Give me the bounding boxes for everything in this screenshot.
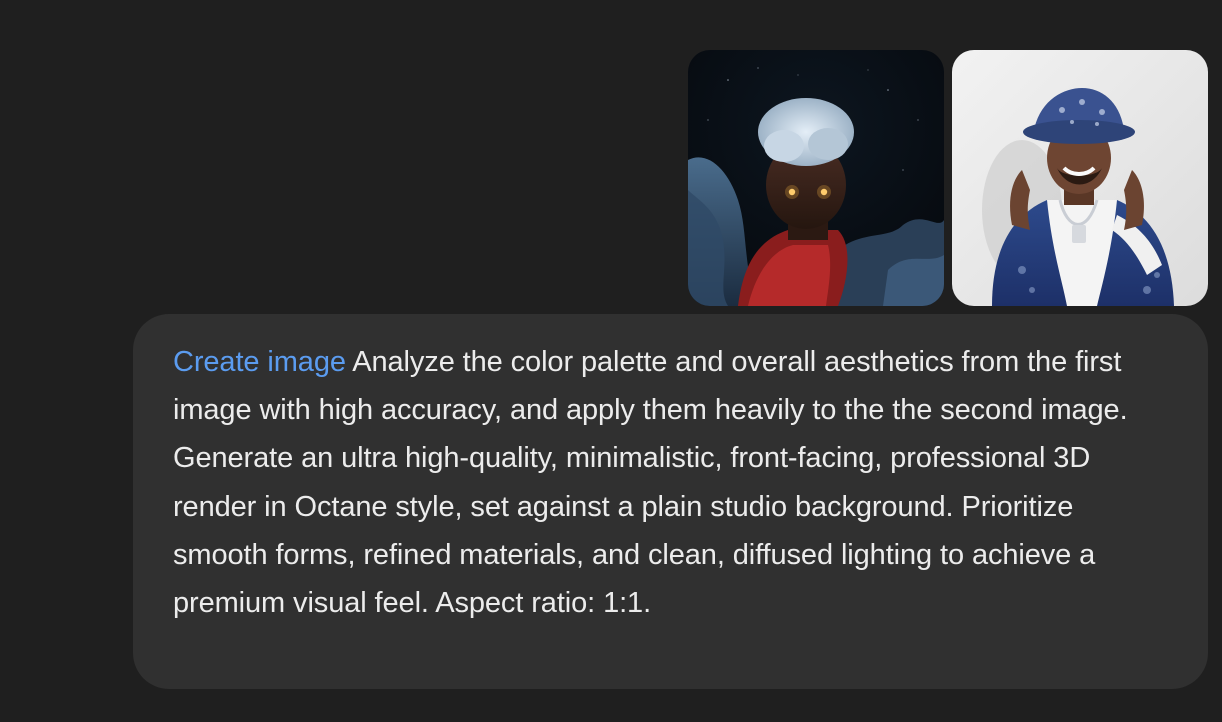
bucket-hat-man-image (952, 50, 1208, 306)
chat-canvas: Create image Analyze the color palette a… (0, 0, 1222, 722)
create-image-tool-label[interactable]: Create image (173, 346, 346, 378)
message-attachments (688, 50, 1208, 306)
animated-character-image (688, 50, 944, 306)
message-text: Analyze the color palette and overall ae… (173, 346, 1128, 620)
attachment-image-2[interactable] (952, 50, 1208, 306)
attachment-image-1[interactable] (688, 50, 944, 306)
user-message-bubble: Create image Analyze the color palette a… (133, 314, 1208, 689)
